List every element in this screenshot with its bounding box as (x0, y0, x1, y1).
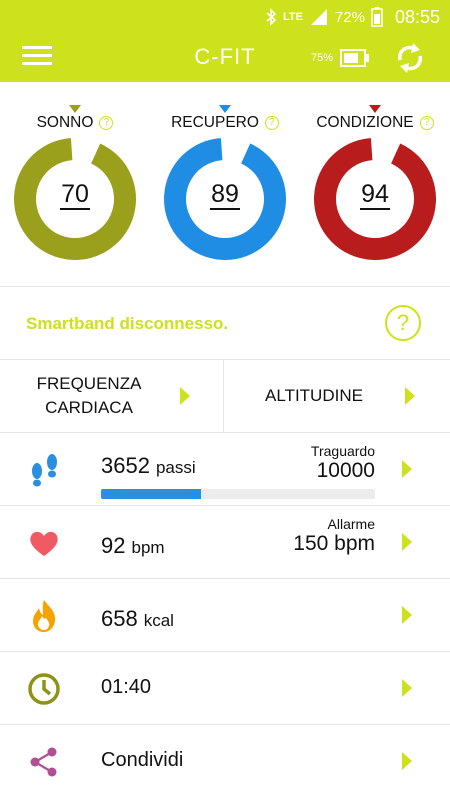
sync-icon[interactable] (395, 42, 425, 74)
chevron-right-icon (402, 460, 412, 478)
heart-icon (30, 531, 58, 556)
gauge-recupero[interactable]: RECUPERO? 89 (150, 82, 300, 287)
calories-row[interactable]: 658 kcal (0, 579, 450, 652)
steps-value: 3652 (101, 453, 150, 478)
steps-row[interactable]: 3652 passi Traguardo 10000 (0, 433, 450, 506)
marker-recupero (219, 105, 231, 113)
chevron-right-icon (402, 606, 412, 624)
bluetooth-icon (266, 8, 277, 26)
activity-time-row[interactable]: 01:40 (0, 652, 450, 725)
chevron-right-icon (402, 752, 412, 770)
help-icon[interactable]: ? (264, 116, 279, 130)
gauge-label-wrap: RECUPERO? (150, 114, 300, 132)
steps-unit: passi (155, 458, 196, 477)
signal-icon (310, 9, 327, 25)
gauge-sonno[interactable]: SONNO? 70 (0, 82, 150, 287)
gauge-value-text: 94 (360, 180, 390, 210)
gauge-value-text: 70 (60, 180, 90, 210)
heart-unit: bpm (131, 538, 165, 557)
heart-value: 92 (101, 533, 126, 558)
steps-goal: Traguardo 10000 (311, 443, 375, 483)
steps-goal-value: 10000 (316, 459, 375, 482)
altitude-button[interactable]: ALTITUDINE (225, 360, 450, 432)
share-icon (30, 747, 57, 777)
altitude-button-label: ALTITUDINE (265, 386, 363, 405)
heart-rate-button[interactable]: FREQUENZA CARDIACA (0, 360, 224, 432)
footprints-icon (32, 454, 57, 487)
gauge-label: CONDIZIONE (316, 114, 414, 131)
calories-value-wrap: 658 kcal (101, 606, 174, 632)
heart-alarm-label: Allarme (327, 516, 375, 532)
flame-icon (33, 600, 56, 632)
battery-percent: 72% (334, 8, 365, 26)
gauge-value-text: 89 (210, 180, 240, 210)
chevron-right-icon (180, 387, 190, 405)
connection-status-row: Smartband disconnesso. ? (0, 287, 450, 360)
band-battery-icon (340, 49, 369, 67)
steps-goal-label: Traguardo (310, 443, 375, 459)
connection-status-text: Smartband disconnesso. (26, 314, 229, 333)
nav-button-row: FREQUENZA CARDIACA ALTITUDINE (0, 360, 450, 433)
steps-value-wrap: 3652 passi (101, 453, 196, 479)
heart-value-wrap: 92 bpm (101, 533, 165, 559)
share-label: Condividi (101, 749, 184, 771)
chevron-right-icon (402, 533, 412, 551)
help-icon[interactable]: ? (99, 116, 114, 130)
app-title: C-FIT (194, 44, 256, 69)
gauge-label: RECUPERO (171, 114, 259, 131)
gauge-condizione[interactable]: CONDIZIONE? 94 (300, 82, 450, 287)
gauge-value: 70 (0, 180, 150, 210)
app-bar: C-FIT 75% (0, 34, 450, 82)
gauge-label-wrap: SONNO? (0, 114, 150, 132)
clock-icon (28, 673, 60, 705)
steps-progress-fill (101, 489, 202, 499)
chevron-right-icon (402, 679, 412, 697)
gauge-value: 89 (150, 180, 300, 210)
share-row[interactable]: Condividi (0, 725, 450, 798)
marker-condizione (369, 105, 381, 113)
gauge-value: 94 (300, 180, 450, 210)
battery-icon (371, 7, 383, 27)
gauge-label-wrap: CONDIZIONE? (300, 114, 450, 132)
chevron-right-icon (405, 387, 415, 405)
status-bar: LTE 72% 08:55 (0, 0, 450, 34)
marker-sonno (69, 105, 81, 113)
score-gauges: SONNO? 70 RECUPERO? 89 CONDIZIONE? 94 (0, 82, 450, 287)
gauge-label: SONNO (36, 114, 94, 131)
activity-time-value: 01:40 (101, 676, 152, 698)
heart-rate-button-label: FREQUENZA CARDIACA (36, 374, 142, 417)
calories-value: 658 (101, 606, 138, 631)
band-battery-percent: 75% (311, 52, 334, 64)
network-type: LTE (282, 11, 303, 23)
calories-unit: kcal (143, 611, 174, 630)
heart-alarm: Allarme 150 bpm (293, 516, 375, 556)
clock-time: 08:55 (394, 6, 440, 27)
help-circle-icon[interactable]: ? (385, 305, 421, 341)
heart-rate-row[interactable]: 92 bpm Allarme 150 bpm (0, 506, 450, 579)
heart-alarm-value: 150 bpm (293, 532, 375, 555)
steps-progress-bar (101, 489, 375, 499)
help-icon[interactable]: ? (419, 116, 434, 130)
